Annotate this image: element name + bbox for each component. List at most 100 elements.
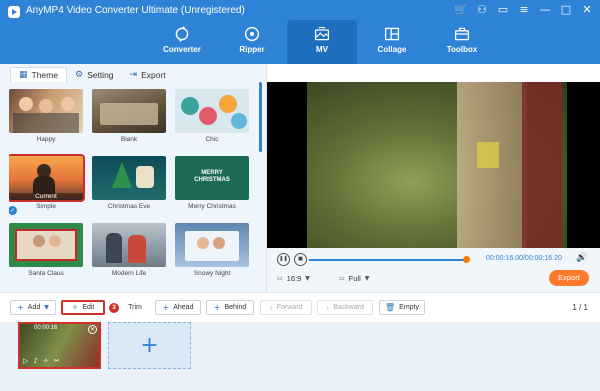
- page-counter: 1 / 1: [572, 303, 588, 312]
- tab-theme[interactable]: ▦ Theme: [10, 67, 67, 82]
- add-button-label: Add: [27, 304, 41, 311]
- plus-icon: +: [17, 303, 24, 312]
- theme-blank[interactable]: Blank: [92, 89, 166, 143]
- nav-converter-label: Converter: [163, 45, 201, 54]
- cart-icon[interactable]: 🛒: [454, 3, 468, 17]
- ahead-button-label: Ahead: [173, 304, 194, 311]
- timeline-clip[interactable]: 00:00:16 ✕ ▷ ♪ ✧ ✂: [18, 322, 101, 369]
- empty-button-label: Empty: [399, 304, 419, 311]
- theme-label: Santa Claus: [28, 270, 64, 277]
- magic-wand-icon: ✧: [71, 303, 79, 312]
- selected-check-icon: ✓: [9, 206, 17, 215]
- gear-icon: ⚙: [74, 69, 84, 80]
- progress-bar[interactable]: [309, 256, 470, 263]
- arrow-right-icon: ›: [326, 303, 330, 312]
- scissors-icon[interactable]: ✂: [54, 357, 60, 365]
- theme-christmas-eve[interactable]: Christmas Eve: [92, 156, 166, 210]
- trash-icon: 🗑: [385, 303, 396, 312]
- aspect-ratio-value: 16:9: [286, 274, 302, 283]
- theme-label: Happy: [36, 136, 56, 143]
- forward-button[interactable]: ‹ Forward: [260, 300, 312, 315]
- ahead-button[interactable]: + Ahead: [155, 300, 201, 315]
- theme-label: Modern Life: [111, 270, 147, 277]
- theme-thumbnail: Current: [9, 154, 85, 202]
- export-icon: ⇥: [129, 69, 138, 80]
- theme-thumbnail: [92, 223, 166, 267]
- menu-icon[interactable]: ≡: [517, 3, 531, 17]
- progress-fill: [309, 259, 466, 261]
- aspect-ratio-select[interactable]: ▭ 16:9 ▼: [277, 274, 310, 283]
- clip-close-icon[interactable]: ✕: [88, 325, 97, 334]
- theme-happy[interactable]: Happy: [9, 89, 83, 143]
- theme-snowy-night[interactable]: Snowy Night: [175, 223, 249, 277]
- volume-icon[interactable]: 🔊: [576, 253, 587, 263]
- volume-icon[interactable]: ♪: [33, 357, 37, 365]
- theme-chic[interactable]: Chic: [175, 89, 249, 143]
- forward-button-label: Forward: [276, 304, 303, 311]
- chevron-down-icon: ▼: [364, 275, 370, 282]
- export-button[interactable]: Export: [549, 270, 589, 286]
- theme-modern-life[interactable]: Modern Life: [92, 223, 166, 277]
- timeline: 00:00:16 ✕ ▷ ♪ ✧ ✂ +: [0, 322, 600, 391]
- tab-setting[interactable]: ⚙ Setting: [67, 67, 122, 82]
- arrow-left-icon: ‹: [269, 303, 273, 312]
- window-controls: 🛒 ⚇ ▭ ≡ — □ ✕: [454, 3, 594, 17]
- edit-button-label: Edit: [82, 304, 95, 311]
- nav-mv-label: MV: [316, 45, 328, 54]
- behind-button[interactable]: + Behind: [206, 300, 254, 315]
- add-clip-slot[interactable]: +: [108, 322, 191, 369]
- theme-thumbnail: [9, 223, 83, 267]
- backward-button[interactable]: › Backward: [317, 300, 373, 315]
- theme-merry-christmas[interactable]: MERRY CHRISTMAS Merry Christmas: [175, 156, 249, 210]
- trim-button[interactable]: Trim: [120, 300, 150, 315]
- backward-button-label: Backward: [333, 304, 364, 311]
- maximize-icon[interactable]: □: [559, 3, 573, 17]
- theme-panel: ▦ Theme ⚙ Setting ⇥ Export Happy Blank C…: [0, 64, 267, 292]
- theme-overlay-text: MERRY CHRISTMAS: [194, 170, 230, 183]
- nav-mv[interactable]: MV: [287, 20, 357, 64]
- theme-thumbnail: [175, 223, 249, 267]
- chat-icon[interactable]: ▭: [496, 3, 510, 17]
- nav-collage[interactable]: Collage: [357, 20, 427, 64]
- play-icon[interactable]: ▷: [23, 357, 28, 365]
- pause-icon[interactable]: ❚❚: [277, 253, 290, 266]
- theme-thumbnail: [92, 156, 166, 200]
- tab-export-label: Export: [141, 69, 166, 80]
- nav-converter[interactable]: Converter: [147, 20, 217, 64]
- theme-label: Merry Christmas: [188, 203, 236, 210]
- plus-icon: +: [213, 303, 221, 312]
- chevron-down-icon: ▼: [305, 275, 310, 282]
- behind-button-label: Behind: [224, 304, 247, 311]
- stop-icon[interactable]: ■: [294, 253, 307, 266]
- plus-icon: +: [162, 303, 170, 312]
- theme-label: Snowy Night: [193, 270, 231, 277]
- theme-thumbnail: [9, 89, 83, 133]
- nav-ripper-label: Ripper: [239, 45, 265, 54]
- close-icon[interactable]: ✕: [580, 3, 594, 17]
- tab-theme-label: Theme: [31, 70, 58, 80]
- nav-toolbox[interactable]: Toolbox: [427, 20, 497, 64]
- edit-button[interactable]: ✧ Edit: [61, 300, 105, 315]
- theme-label: Christmas Eve: [107, 203, 151, 210]
- collage-icon: [384, 27, 400, 41]
- video-preview[interactable]: [267, 82, 600, 248]
- add-button[interactable]: + Add ▼: [10, 300, 56, 315]
- theme-scrollbar[interactable]: [259, 82, 262, 152]
- toolbox-icon: [454, 27, 470, 41]
- add-clip-icon: +: [140, 333, 159, 358]
- minimize-icon[interactable]: —: [538, 3, 552, 17]
- nav-toolbox-label: Toolbox: [446, 45, 478, 54]
- theme-simple[interactable]: Current ✓ Simple: [9, 154, 85, 215]
- clip-tools: ▷ ♪ ✧ ✂: [23, 357, 60, 365]
- trim-button-label: Trim: [128, 304, 142, 311]
- tab-export[interactable]: ⇥ Export: [122, 67, 174, 82]
- magic-wand-icon[interactable]: ✧: [43, 357, 49, 365]
- current-tag: Current: [9, 193, 83, 200]
- nav-ripper[interactable]: Ripper: [217, 20, 287, 64]
- display-mode-select[interactable]: ▭ Full ▼: [339, 274, 369, 283]
- clip-time: 00:00:16: [34, 325, 58, 331]
- account-icon[interactable]: ⚇: [475, 3, 489, 17]
- progress-knob[interactable]: [462, 256, 470, 263]
- theme-santa-claus[interactable]: Santa Claus: [9, 223, 83, 277]
- empty-button[interactable]: 🗑 Empty: [379, 300, 425, 315]
